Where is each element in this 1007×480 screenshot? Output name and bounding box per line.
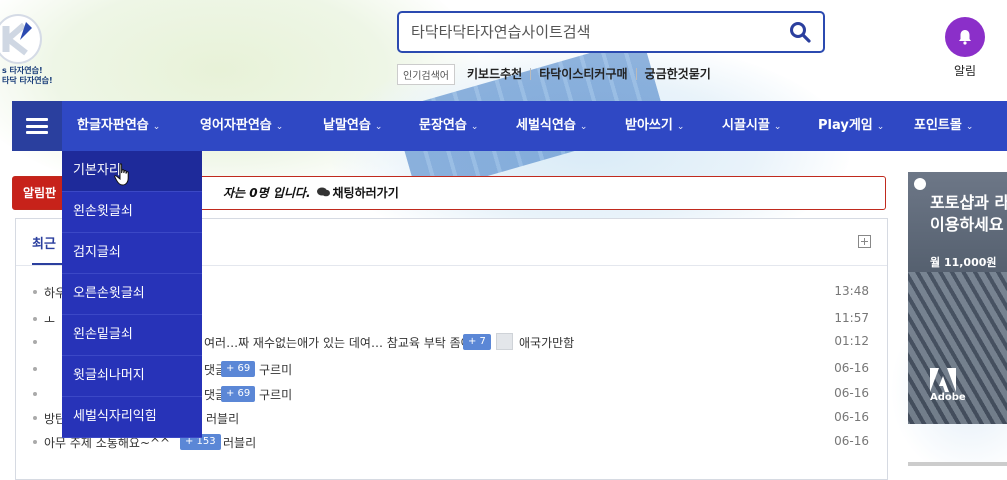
popular-link-sticker[interactable]: 타닥이스티커구매	[530, 68, 635, 80]
post-time: 13:48	[834, 284, 869, 298]
bell-icon[interactable]	[945, 17, 985, 57]
post-time: 06-16	[834, 361, 869, 375]
nav-item-sebeolsik[interactable]: 세벌식연습 ⌄	[516, 101, 587, 151]
hangul-dropdown-menu: 기본자리 왼손윗글쇠 검지글쇠 오른손윗글쇠 왼손밑글쇠 윗글쇠나머지 세벌식자…	[62, 151, 202, 438]
post-title[interactable]: ㅗ	[44, 311, 55, 328]
alarm: 알림	[945, 17, 985, 79]
post-author[interactable]: 구르미	[259, 386, 292, 403]
adobe-logo-icon	[930, 368, 956, 392]
post-time: 11:57	[834, 311, 869, 325]
search-icon[interactable]	[789, 21, 811, 43]
alarm-label: 알림	[953, 64, 977, 78]
post-author[interactable]: 구르미	[259, 361, 292, 378]
comment-count-badge: + 7	[463, 334, 491, 350]
popular-link-keyboard[interactable]: 키보드추천	[467, 68, 530, 80]
chat-link[interactable]: 채팅하러가기	[316, 186, 399, 200]
popular-link-question[interactable]: 궁금한것묻기	[635, 68, 719, 80]
expand-icon[interactable]	[858, 235, 871, 248]
logo-emblem	[0, 14, 42, 64]
nav-item-hangul[interactable]: 한글자판연습 ⌄	[77, 101, 160, 151]
post-time: 06-16	[834, 386, 869, 400]
nav-item-pointmall[interactable]: 포인트몰 ⌄	[914, 101, 973, 151]
dropdown-item-right-upper[interactable]: 오른손윗글쇠	[62, 274, 202, 315]
site-search	[397, 11, 825, 53]
post-time: 06-16	[834, 410, 869, 424]
post-author[interactable]: 러블리	[206, 410, 239, 427]
nav-item-english[interactable]: 영어자판연습 ⌄	[200, 101, 283, 151]
nav-item-word[interactable]: 낱말연습 ⌄	[323, 101, 382, 151]
notice-text: 자는 0명 입니다. 채팅하러가기	[223, 186, 399, 200]
dropdown-item-sebeolsik-position[interactable]: 세벌식자리익힘	[62, 397, 202, 438]
nav-item-dictation[interactable]: 받아쓰기 ⌄	[625, 101, 684, 151]
popular-label: 인기검색어	[397, 63, 455, 85]
logo-tagline: s 타자연습! 타닥 타자연습!	[2, 66, 53, 85]
search-input[interactable]	[411, 13, 781, 51]
dropdown-item-left-upper[interactable]: 왼손윗글쇠	[62, 192, 202, 233]
popular-searches: 인기검색어 키보드추천 타닥이스티커구매 궁금한것묻기	[397, 63, 719, 85]
comment-count-badge: + 69	[221, 361, 256, 377]
main-nav: 한글자판연습 ⌄ 영어자판연습 ⌄ 낱말연습 ⌄ 문장연습 ⌄ 세벌식연습 ⌄ 받아쓰기 ⌄…	[12, 101, 1007, 151]
nav-item-sentence[interactable]: 문장연습 ⌄	[419, 101, 478, 151]
dropdown-item-index-keys[interactable]: 검지글쇠	[62, 233, 202, 274]
nav-item-community[interactable]: 시끌시끌 ⌄	[722, 101, 781, 151]
chat-icon	[316, 187, 330, 197]
site-logo[interactable]: s 타자연습! 타닥 타자연습!	[0, 0, 54, 100]
post-time: 06-16	[834, 434, 869, 448]
avatar	[496, 333, 513, 350]
notice-tag: 알림판	[13, 177, 63, 209]
dropdown-item-left-lower[interactable]: 왼손밑글쇠	[62, 315, 202, 356]
tab-recent[interactable]: 최근	[32, 233, 56, 252]
ad-badge-icon	[914, 178, 926, 190]
post-time: 01:12	[834, 334, 869, 348]
comment-count-badge: + 69	[221, 386, 256, 402]
menu-icon[interactable]	[26, 118, 48, 134]
post-author[interactable]: 러블리	[223, 434, 256, 451]
nav-item-games[interactable]: Play게임 ⌄	[818, 101, 884, 151]
post-author[interactable]: 애국가만함	[519, 334, 574, 351]
ad-title: 포토샵과 라 이용하세요	[930, 193, 1007, 234]
hand-cursor-icon	[114, 163, 134, 190]
dropdown-item-upper-rest[interactable]: 윗글쇠나머지	[62, 356, 202, 397]
adobe-ad-banner[interactable]: 포토샵과 라 이용하세요 월 11,000원 Adobe	[908, 172, 1007, 424]
ad-price: 월 11,000원	[930, 256, 997, 269]
post-title[interactable]: 여러…짜 재수없는애가 있는 데여… 참교육 부탁 좀여!	[204, 334, 477, 351]
ad-brand: Adobe	[930, 392, 966, 403]
